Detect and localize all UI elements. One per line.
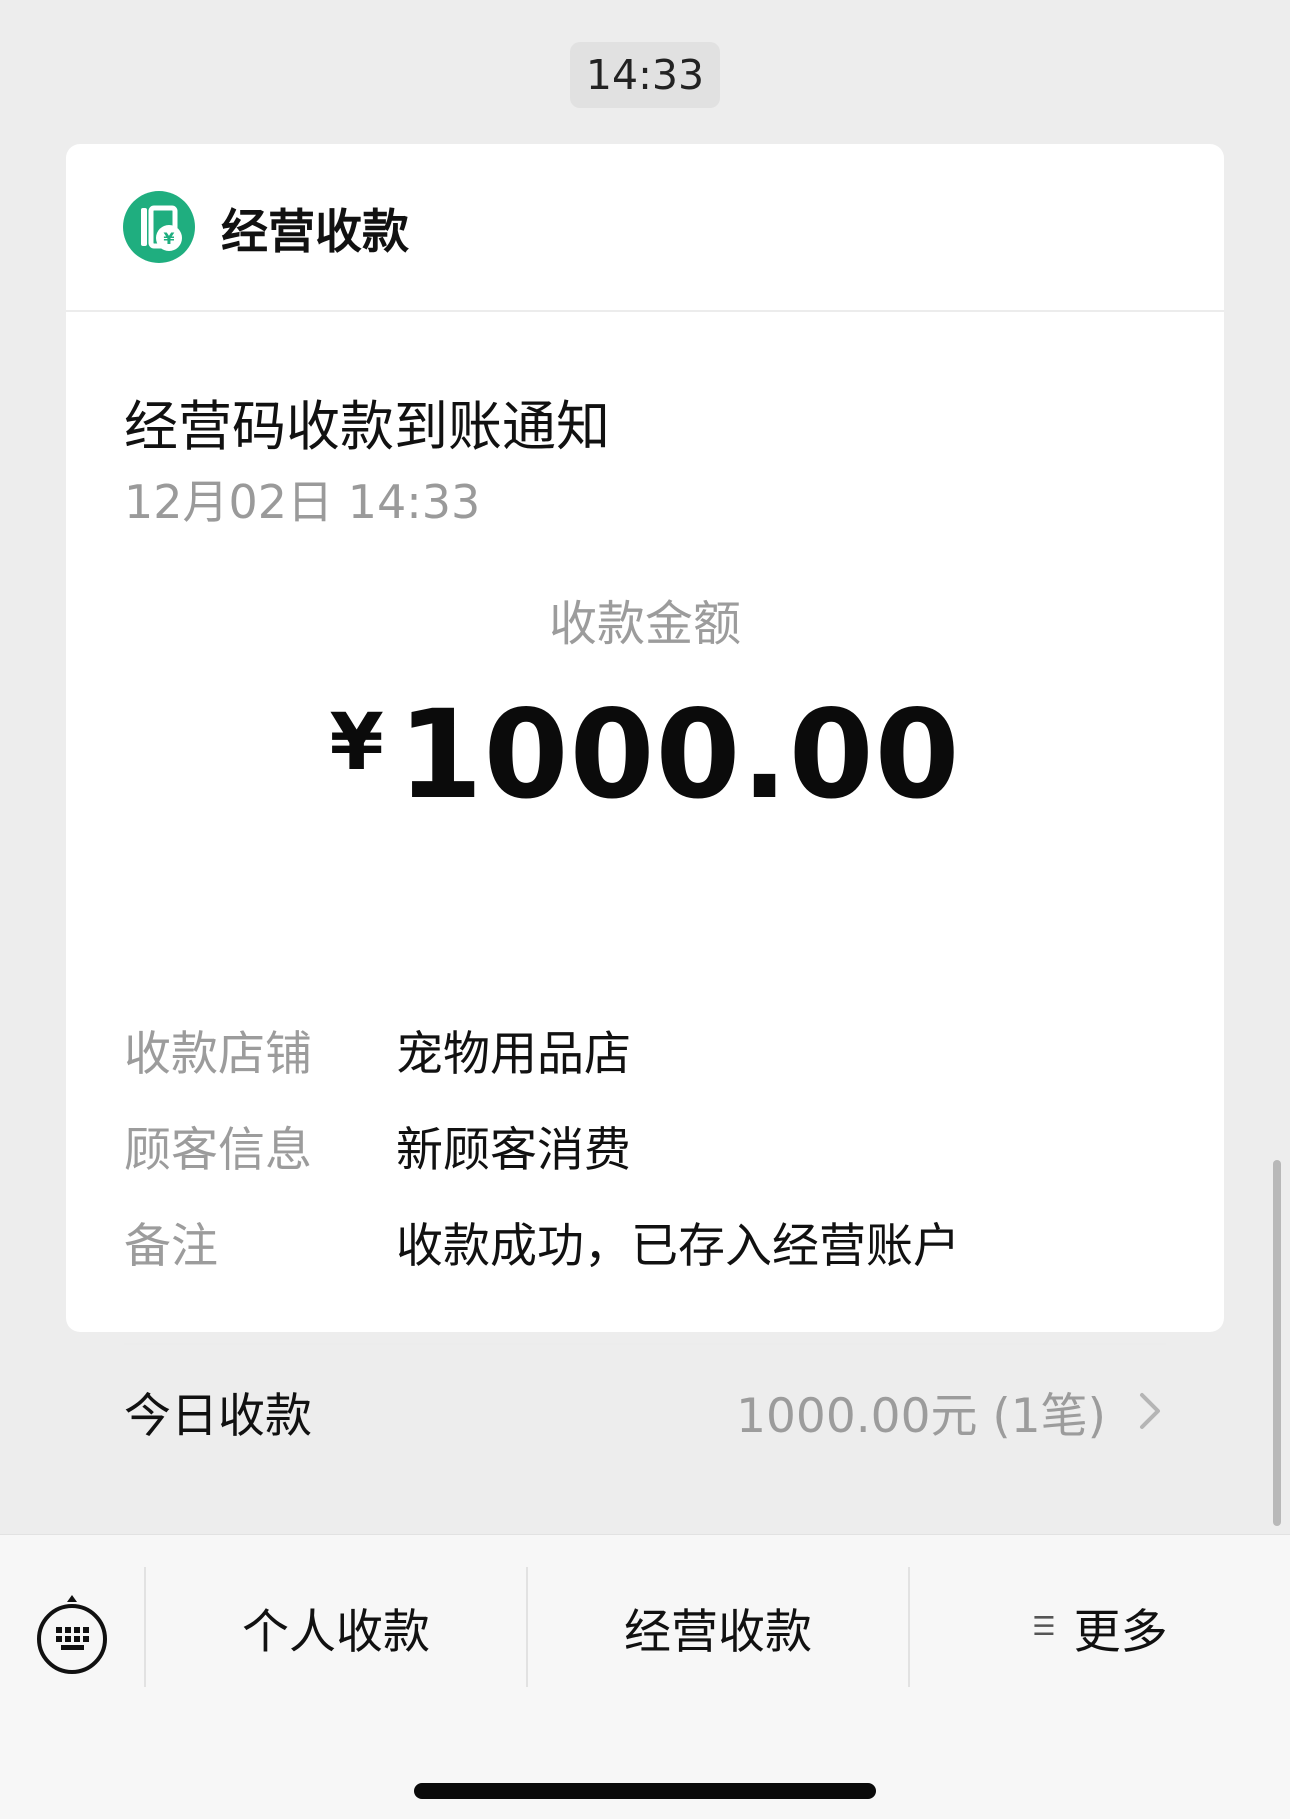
menu-more-label: 更多 [1073,1604,1168,1660]
detail-row-customer: 顾客信息 新顾客消费 [124,1110,1184,1180]
currency-symbol: ¥ [329,698,384,788]
card-header[interactable]: ¥ 经营收款 [66,144,1224,312]
detail-value: 新顾客消费 [396,1122,631,1178]
today-income-row[interactable]: 今日收款 1000.00元 (1笔) [124,1376,1166,1446]
keyboard-icon[interactable] [36,1593,108,1675]
notification-title: 经营码收款到账通知 [124,395,610,458]
detail-row-remark: 备注 收款成功，已存入经营账户 [124,1206,1184,1276]
scrollbar[interactable] [1273,1160,1281,1526]
menu-lines-icon: ☰ [1032,1612,1056,1642]
chat-screen: 14:33 ¥ 经营收款 经营码收款到账通知 12月02日 14:33 收款金额… [0,0,1290,1819]
menu-business-receipt[interactable]: 经营收款 [528,1567,908,1687]
detail-value: 收款成功，已存入经营账户 [396,1218,960,1274]
chevron-right-icon [1140,1393,1160,1429]
home-indicator[interactable] [414,1783,876,1799]
svg-text:¥: ¥ [163,229,174,248]
app-name: 经营收款 [221,204,409,260]
bottom-menu-bar: 个人收款 经营收款 ☰ 更多 [0,1534,1290,1819]
menu-personal-receipt[interactable]: 个人收款 [146,1567,526,1687]
merchant-receipt-icon: ¥ [123,191,195,263]
message-timestamp: 14:33 [570,42,720,108]
detail-label: 备注 [124,1218,218,1274]
detail-label: 顾客信息 [124,1122,312,1178]
detail-row-store: 收款店铺 宠物用品店 [124,1014,1184,1084]
detail-label: 收款店铺 [124,1026,312,1082]
menu-more[interactable]: ☰ 更多 [910,1567,1290,1687]
payment-notification-card[interactable]: ¥ 经营收款 经营码收款到账通知 12月02日 14:33 收款金额 ¥1000… [66,144,1224,1444]
today-income-label: 今日收款 [124,1388,312,1444]
amount-label: 收款金额 [548,596,741,652]
today-income-summary: 1000.00元 (1笔) [736,1377,1166,1446]
amount-display: ¥1000.00 [66,684,1224,826]
notification-datetime: 12月02日 14:33 [124,475,481,529]
today-income-value: 1000.00元 (1笔) [736,1388,1106,1444]
amount-value: 1000.00 [397,684,961,826]
detail-value: 宠物用品店 [396,1026,631,1082]
divider [124,1343,1166,1345]
